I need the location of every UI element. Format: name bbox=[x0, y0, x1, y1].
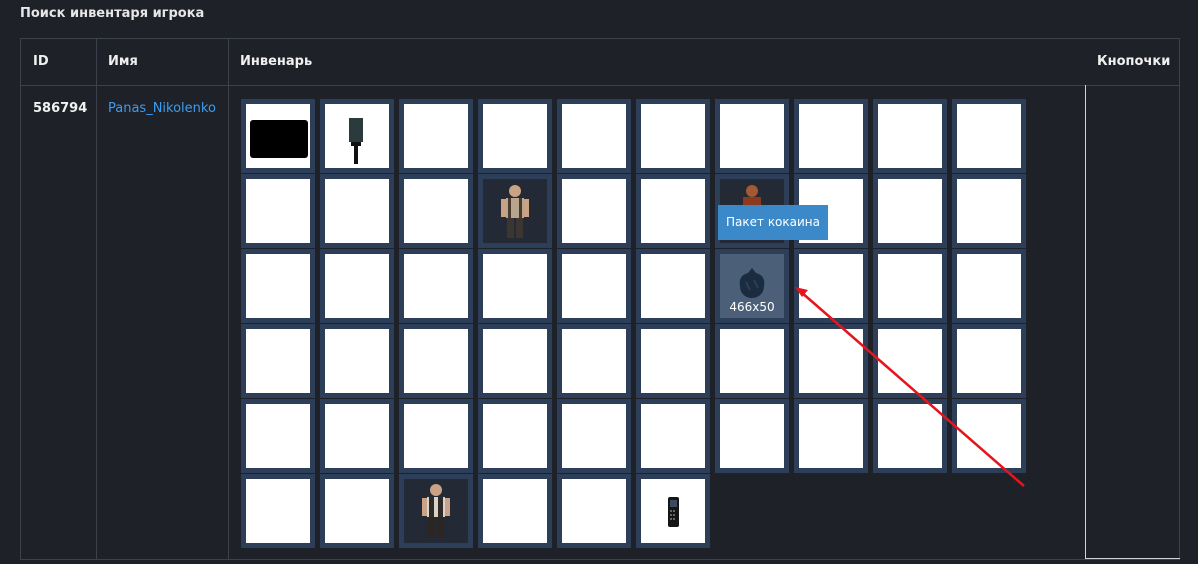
inventory-slot[interactable] bbox=[873, 399, 947, 473]
inventory-slot[interactable] bbox=[636, 324, 710, 398]
inventory-slot[interactable] bbox=[715, 399, 789, 473]
inventory-slot[interactable] bbox=[320, 324, 394, 398]
player-id: 586794 bbox=[33, 101, 88, 116]
inventory-search-panel: Поиск инвентаря игрока ID Имя Инвенарь К… bbox=[0, 0, 1198, 564]
inventory-slot[interactable] bbox=[399, 174, 473, 248]
inventory-slot-highlighted[interactable]: 466x50 bbox=[715, 249, 789, 323]
inventory-slot[interactable] bbox=[952, 399, 1026, 473]
inventory-slot[interactable] bbox=[320, 99, 394, 173]
inventory-slot[interactable] bbox=[557, 174, 631, 248]
inventory-slot[interactable] bbox=[794, 99, 868, 173]
header-inventory: Инвенарь bbox=[240, 54, 313, 69]
item-tooltip: Пакет кокаина bbox=[718, 205, 829, 240]
phone-icon bbox=[668, 497, 679, 527]
header-buttons: Кнопочки bbox=[1097, 54, 1171, 69]
inventory-slot[interactable] bbox=[320, 249, 394, 323]
inventory-slot[interactable] bbox=[241, 399, 315, 473]
inventory-slot[interactable] bbox=[873, 249, 947, 323]
inventory-slot[interactable] bbox=[399, 324, 473, 398]
inventory-slot[interactable] bbox=[557, 324, 631, 398]
inventory-slot[interactable] bbox=[794, 399, 868, 473]
inventory-slot[interactable] bbox=[636, 399, 710, 473]
inventory-slot[interactable] bbox=[241, 174, 315, 248]
inventory-slot[interactable] bbox=[241, 249, 315, 323]
inventory-slot[interactable] bbox=[399, 249, 473, 323]
inventory-slot[interactable] bbox=[952, 174, 1026, 248]
inventory-slot[interactable] bbox=[952, 249, 1026, 323]
panel-title: Поиск инвентаря игрока bbox=[20, 6, 205, 21]
inventory-slot[interactable] bbox=[478, 174, 552, 248]
inventory-slot[interactable] bbox=[320, 174, 394, 248]
inventory-slot[interactable] bbox=[794, 249, 868, 323]
inventory-slot[interactable] bbox=[478, 99, 552, 173]
inventory-slot[interactable] bbox=[478, 474, 552, 548]
inventory-slot[interactable] bbox=[636, 474, 710, 548]
inventory-slot[interactable] bbox=[241, 474, 315, 548]
inventory-slot[interactable] bbox=[636, 249, 710, 323]
header-id: ID bbox=[33, 54, 49, 69]
inventory-slot[interactable] bbox=[636, 99, 710, 173]
brush-icon bbox=[349, 118, 363, 164]
inventory-slot[interactable] bbox=[478, 324, 552, 398]
inventory-slot[interactable] bbox=[399, 99, 473, 173]
inventory-slot[interactable] bbox=[952, 324, 1026, 398]
inventory-slot[interactable] bbox=[320, 399, 394, 473]
inventory-slot[interactable] bbox=[399, 399, 473, 473]
inventory-slot[interactable] bbox=[557, 249, 631, 323]
black-card-icon bbox=[250, 120, 308, 158]
column-divider bbox=[96, 39, 97, 559]
column-divider bbox=[228, 39, 229, 559]
character-skin-icon bbox=[501, 185, 529, 238]
inventory-slot[interactable] bbox=[557, 399, 631, 473]
inventory-slot[interactable] bbox=[320, 474, 394, 548]
inventory-slot[interactable] bbox=[636, 174, 710, 248]
character-skin-icon bbox=[422, 484, 450, 538]
item-quantity-label: 466x50 bbox=[729, 300, 775, 314]
inventory-slot[interactable] bbox=[478, 249, 552, 323]
buttons-column bbox=[1085, 85, 1180, 559]
inventory-slot[interactable] bbox=[241, 324, 315, 398]
inventory-slot[interactable] bbox=[557, 99, 631, 173]
header-name: Имя bbox=[108, 54, 138, 69]
inventory-slot[interactable] bbox=[794, 324, 868, 398]
player-name-link[interactable]: Panas_Nikolenko bbox=[108, 101, 216, 116]
inventory-slot[interactable] bbox=[715, 99, 789, 173]
inventory-slot[interactable] bbox=[715, 324, 789, 398]
inventory-slot[interactable] bbox=[873, 99, 947, 173]
inventory-slot[interactable] bbox=[557, 474, 631, 548]
inventory-slot[interactable] bbox=[478, 399, 552, 473]
inventory-table: ID Имя Инвенарь Кнопочки 586794 Panas_Ni… bbox=[20, 38, 1180, 560]
inventory-slot[interactable] bbox=[241, 99, 315, 173]
inventory-slot[interactable] bbox=[952, 99, 1026, 173]
inventory-slot[interactable] bbox=[873, 324, 947, 398]
table-header: ID Имя Инвенарь Кнопочки bbox=[21, 39, 1179, 86]
inventory-slot[interactable] bbox=[399, 474, 473, 548]
inventory-slot[interactable] bbox=[873, 174, 947, 248]
